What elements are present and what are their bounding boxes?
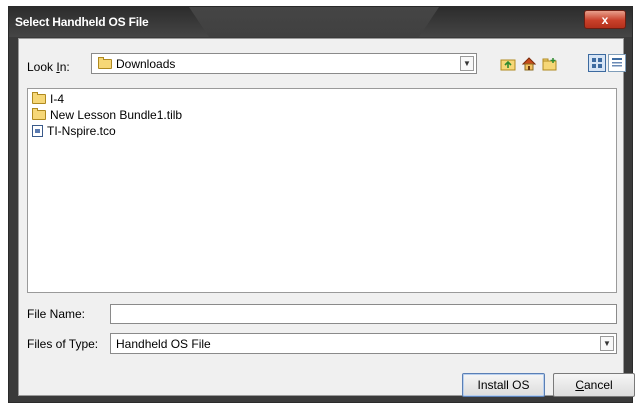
list-item[interactable]: I-4 xyxy=(32,92,64,106)
look-in-label-prefix: Look xyxy=(27,60,57,74)
select-os-file-dialog: Select Handheld OS File x Look In: Downl… xyxy=(8,6,635,403)
new-folder-icon[interactable] xyxy=(542,56,558,72)
look-in-label-suffix: n: xyxy=(59,60,70,74)
chevron-down-icon[interactable]: ▼ xyxy=(600,336,614,351)
dialog-title: Select Handheld OS File xyxy=(15,15,149,29)
files-of-type-label: Files of Type: xyxy=(27,337,99,351)
details-view-button[interactable] xyxy=(608,54,626,72)
close-button[interactable]: x xyxy=(584,10,626,29)
folder-icon xyxy=(98,56,112,69)
file-name-label: File Name: xyxy=(27,307,86,321)
file-name: New Lesson Bundle1.tilb xyxy=(50,108,183,122)
file-name-input[interactable] xyxy=(110,304,617,324)
file-list[interactable]: I-4 New Lesson Bundle1.tilb TI-Nspire.tc… xyxy=(27,88,617,293)
file-icon xyxy=(32,125,43,137)
look-in-dropdown[interactable]: Downloads ▼ xyxy=(91,53,477,74)
cancel-label: Cancel xyxy=(575,378,612,392)
title-bar[interactable]: Select Handheld OS File x xyxy=(9,7,632,37)
close-icon: x xyxy=(601,12,609,27)
look-in-value: Downloads xyxy=(98,56,176,71)
list-view-icon xyxy=(592,58,602,68)
cancel-label-rest: ancel xyxy=(583,378,613,392)
files-of-type-value: Handheld OS File xyxy=(116,336,211,351)
details-view-icon xyxy=(612,58,622,67)
dialog-body: Look In: Downloads ▼ I-4 New Lesson Bund… xyxy=(18,38,635,397)
install-os-label: Install OS xyxy=(477,378,530,392)
folder-icon xyxy=(32,92,46,104)
list-view-button[interactable] xyxy=(588,54,606,72)
file-name: TI-Nspire.tco xyxy=(47,124,116,138)
title-bar-decoration xyxy=(189,7,439,37)
look-in-folder-name: Downloads xyxy=(116,56,176,71)
install-os-button[interactable]: Install OS xyxy=(462,373,545,397)
chevron-down-icon[interactable]: ▼ xyxy=(460,56,474,71)
files-of-type-dropdown[interactable]: Handheld OS File ▼ xyxy=(110,333,617,354)
home-icon[interactable] xyxy=(521,56,537,72)
look-in-label: Look In: xyxy=(27,60,70,74)
cancel-label-mnemonic: C xyxy=(575,378,584,392)
list-item[interactable]: TI-Nspire.tco xyxy=(32,124,116,138)
file-name: I-4 xyxy=(50,92,65,106)
cancel-button[interactable]: Cancel xyxy=(553,373,635,397)
up-one-level-icon[interactable] xyxy=(500,56,516,72)
folder-icon xyxy=(32,108,46,120)
list-item[interactable]: New Lesson Bundle1.tilb xyxy=(32,108,182,122)
